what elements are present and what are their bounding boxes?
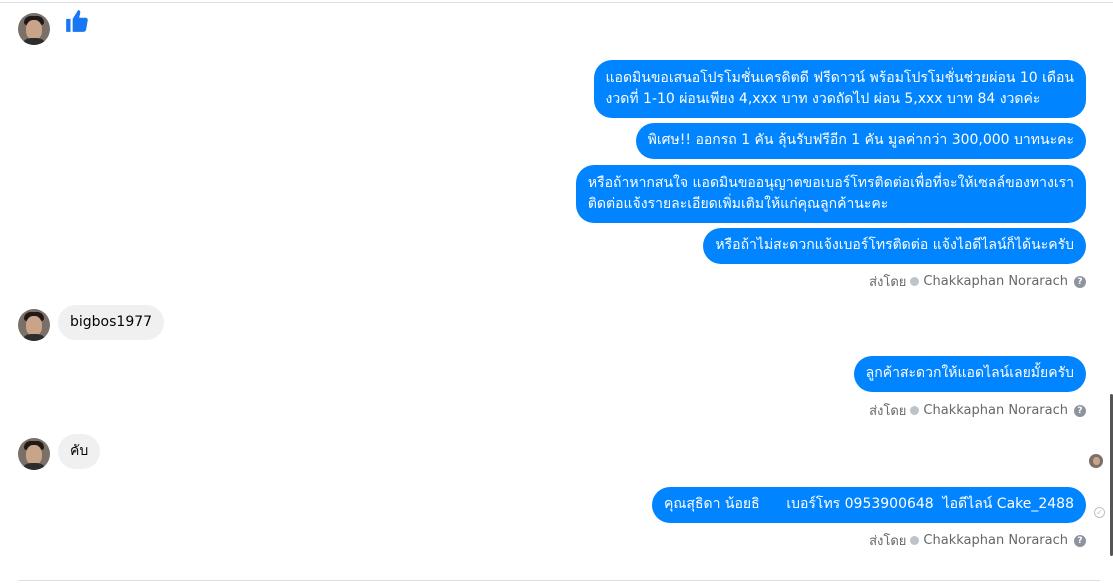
- contact-avatar[interactable]: [18, 438, 50, 470]
- check-circle-icon: ✓: [1094, 507, 1105, 518]
- outgoing-message[interactable]: แอดมินขอเสนอโปรโมชั่นเครดิตดี ฟรีดาวน์ พ…: [593, 60, 1086, 118]
- help-icon[interactable]: ?: [1074, 404, 1086, 417]
- seen-avatar-icon: [1089, 454, 1103, 468]
- message-text: หรือถ้าไม่สะดวกแจ้งเบอร์โทรติดต่อ แจ้งไอ…: [715, 237, 1074, 253]
- verified-icon: [910, 536, 920, 545]
- message-text: หรือถ้าหากสนใจ แอดมินขออนุญาตขอเบอร์โทรต…: [587, 175, 1074, 191]
- message-text: พิเศษ!! ออกรถ 1 คัน ลุ้นรับฟรีอีก 1 คัน …: [647, 132, 1074, 148]
- help-icon[interactable]: ?: [1074, 275, 1086, 288]
- sender-name[interactable]: Chakkaphan Norarach: [923, 403, 1068, 418]
- contact-avatar[interactable]: [18, 13, 50, 45]
- top-divider: [0, 2, 1113, 3]
- help-icon[interactable]: ?: [1074, 534, 1086, 547]
- sent-by-info: ส่งโดย Chakkaphan Norarach ?: [869, 400, 1086, 421]
- incoming-message[interactable]: bigbos1977: [58, 305, 165, 340]
- message-text: คุณสุธิดา น้อยธิ เบอร์โทร 0953900648 ไอด…: [664, 496, 1074, 512]
- thumbs-up-icon: [66, 10, 88, 32]
- sent-by-info: ส่งโดย Chakkaphan Norarach ?: [869, 530, 1086, 551]
- sent-by-label: ส่งโดย: [869, 534, 907, 549]
- verified-icon: [910, 406, 920, 415]
- sent-by-label: ส่งโดย: [869, 404, 907, 419]
- message-text: ติดต่อแจ้งรายละเอียดเพิ่มเติมให้แก่คุณลู…: [587, 196, 889, 212]
- contact-avatar[interactable]: [18, 309, 50, 341]
- incoming-message[interactable]: คับ: [58, 434, 101, 469]
- message-text: แอดมินขอเสนอโปรโมชั่นเครดิตดี ฟรีดาวน์ พ…: [605, 70, 1074, 86]
- outgoing-message[interactable]: พิเศษ!! ออกรถ 1 คัน ลุ้นรับฟรีอีก 1 คัน …: [635, 123, 1086, 159]
- outgoing-message[interactable]: คุณสุธิดา น้อยธิ เบอร์โทร 0953900648 ไอด…: [652, 487, 1086, 523]
- sender-name[interactable]: Chakkaphan Norarach: [923, 274, 1068, 289]
- outgoing-message[interactable]: หรือถ้าไม่สะดวกแจ้งเบอร์โทรติดต่อ แจ้งไอ…: [703, 228, 1086, 264]
- sent-by-label: ส่งโดย: [869, 275, 907, 290]
- sent-by-info: ส่งโดย Chakkaphan Norarach ?: [869, 271, 1086, 292]
- composer-divider: [18, 580, 1100, 581]
- message-text: ลูกค้าสะดวกให้แอดไลน์เลยมั้ยครับ: [865, 365, 1074, 381]
- outgoing-message[interactable]: หรือถ้าหากสนใจ แอดมินขออนุญาตขอเบอร์โทรต…: [575, 165, 1086, 223]
- sender-name[interactable]: Chakkaphan Norarach: [923, 533, 1068, 548]
- outgoing-message[interactable]: ลูกค้าสะดวกให้แอดไลน์เลยมั้ยครับ: [853, 356, 1086, 392]
- verified-icon: [910, 277, 920, 286]
- message-text: งวดที่ 1-10 ผ่อนเพียง 4,xxx บาท งวดถัดไป…: [605, 91, 1041, 107]
